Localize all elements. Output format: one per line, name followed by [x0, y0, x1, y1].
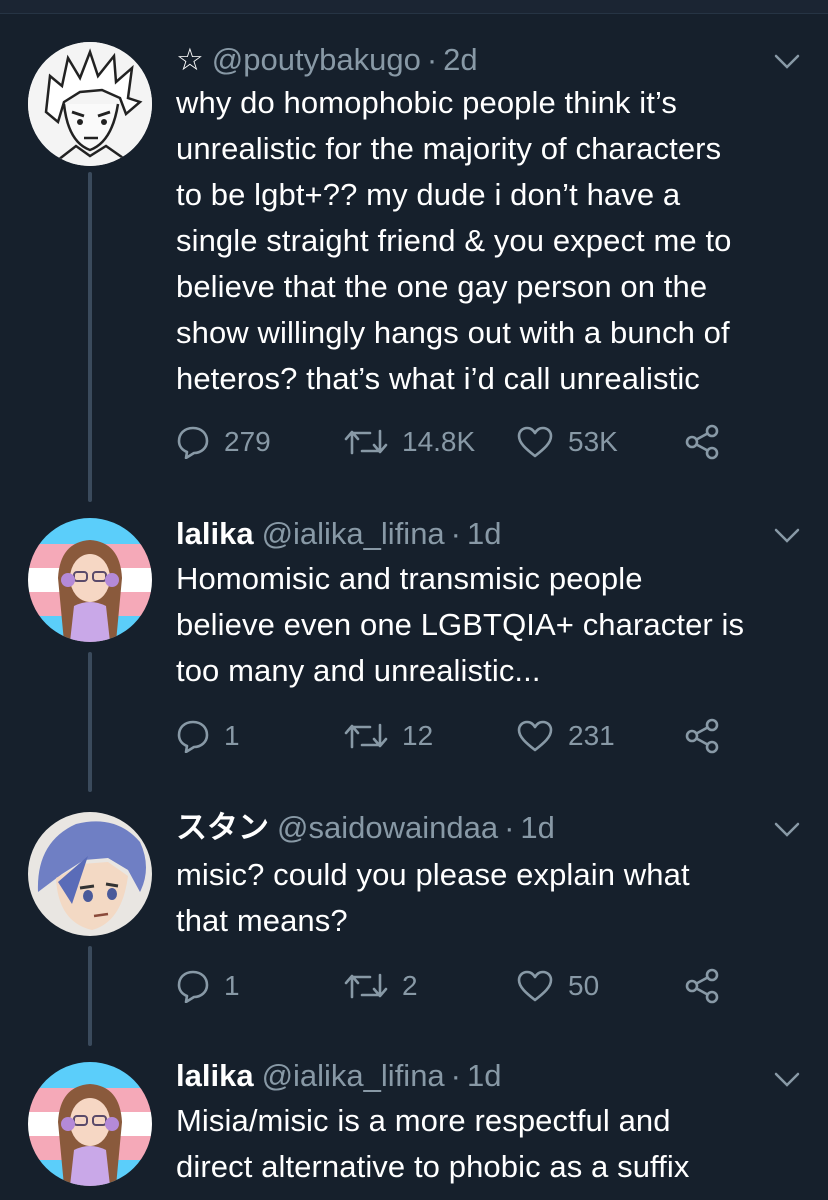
tweet-header: ☆ @poutybakugo · 2d: [176, 40, 478, 80]
avatar[interactable]: [28, 1062, 152, 1186]
thread-line: [88, 946, 92, 1046]
heart-icon: [517, 720, 553, 752]
tweet-text: Misia/misic is a more respectful and dir…: [176, 1098, 806, 1190]
reply-button[interactable]: 1: [176, 966, 240, 1006]
thread-line: [88, 652, 92, 792]
reply-icon: [177, 426, 209, 459]
tweet-text-line: show willingly hangs out with a bunch of: [176, 315, 730, 350]
star-icon: ☆: [176, 42, 204, 77]
timestamp: 1d: [467, 1058, 502, 1093]
user-handle[interactable]: @poutybakugo: [212, 42, 421, 77]
tweet-text-line: Homomisic and transmisic people: [176, 561, 643, 596]
tweet-header: スタン @saidowaindaa · 1d: [176, 808, 555, 848]
tweet-text: why do homophobic people think it’s unre…: [176, 80, 806, 402]
user-handle[interactable]: @ialika_lifina: [262, 516, 445, 551]
retweet-count: 2: [402, 970, 418, 1001]
tweet-header: lalika @ialika_lifina · 1d: [176, 1056, 501, 1096]
tweet-text-line: why do homophobic people think it’s: [176, 85, 677, 120]
user-handle[interactable]: @ialika_lifina: [262, 1058, 445, 1093]
tweet-actions: 1 12 231: [176, 716, 736, 756]
tweet-text-line: single straight friend & you expect me t…: [176, 223, 732, 258]
separator-dot: ·: [426, 42, 438, 77]
like-button[interactable]: 231: [516, 716, 615, 756]
avatar[interactable]: [28, 42, 152, 166]
avatar-manga-boy-icon: [28, 42, 152, 166]
tweet-text-line: to be lgbt+?? my dude i don’t have a: [176, 177, 681, 212]
reply-button[interactable]: 279: [176, 422, 271, 462]
like-button[interactable]: 50: [516, 966, 599, 1006]
reply-count: 1: [224, 970, 240, 1001]
like-count: 231: [568, 720, 615, 751]
tweet-text-line: direct alternative to phobic as a suffix: [176, 1149, 690, 1184]
timestamp: 1d: [520, 810, 555, 845]
reply-count: 1: [224, 720, 240, 751]
like-count: 53K: [568, 426, 618, 457]
retweet-button[interactable]: 12: [344, 716, 433, 756]
tweet-text-line: believe even one LGBTQIA+ character is: [176, 607, 745, 642]
share-icon: [685, 968, 719, 1004]
like-button[interactable]: 53K: [516, 422, 618, 462]
heart-icon: [517, 426, 553, 458]
share-button[interactable]: [684, 716, 720, 756]
avatar[interactable]: [28, 518, 152, 642]
display-name[interactable]: lalika: [176, 516, 254, 551]
tweet-actions: 1 2 50: [176, 966, 736, 1006]
retweet-icon: [344, 429, 388, 455]
tweet-text-line: heteros? that’s what i’d call unrealisti…: [176, 361, 700, 396]
tweet-text-line: too many and unrealistic...: [176, 653, 541, 688]
avatar[interactable]: [28, 812, 152, 936]
tweet-text-line: that means?: [176, 903, 348, 938]
tweet-text-line: Misia/misic is a more respectful and: [176, 1103, 671, 1138]
tweet-text-line: believe that the one gay person on the: [176, 269, 708, 304]
like-count: 50: [568, 970, 600, 1001]
display-name[interactable]: スタン: [176, 810, 269, 845]
chevron-down-icon[interactable]: [774, 528, 800, 544]
share-icon: [685, 424, 719, 460]
share-button[interactable]: [684, 966, 720, 1006]
heart-icon: [517, 970, 553, 1002]
chevron-down-icon[interactable]: [774, 1072, 800, 1088]
avatar-blue-hair-boy-icon: [28, 812, 152, 936]
share-button[interactable]: [684, 422, 720, 462]
tweet-text-line: misic? could you please explain what: [176, 857, 690, 892]
separator-dot: ·: [450, 516, 461, 551]
thread-line: [88, 172, 92, 502]
timestamp: 2d: [443, 42, 478, 77]
user-handle[interactable]: @saidowaindaa: [277, 810, 498, 845]
display-name[interactable]: lalika: [176, 1058, 254, 1093]
tweet-text: Homomisic and transmisic people believe …: [176, 556, 806, 694]
tweet-text: misic? could you please explain what tha…: [176, 852, 806, 944]
retweet-count: 14.8K: [402, 426, 476, 457]
reply-icon: [177, 970, 209, 1003]
tweet-header: lalika @ialika_lifina · 1d: [176, 514, 501, 554]
avatar-trans-flag-girl-icon: [28, 518, 152, 642]
retweet-button[interactable]: 2: [344, 966, 418, 1006]
avatar-trans-flag-girl-icon: [28, 1062, 152, 1186]
tweet-text-line: unrealistic for the majority of characte…: [176, 131, 722, 166]
share-icon: [685, 718, 719, 754]
tweet-actions: 279 14.8K 53K: [176, 422, 736, 462]
reply-icon: [177, 720, 209, 753]
reply-button[interactable]: 1: [176, 716, 240, 756]
top-bar: [0, 0, 828, 14]
retweet-count: 12: [402, 720, 434, 751]
chevron-down-icon[interactable]: [774, 54, 800, 70]
chevron-down-icon[interactable]: [774, 822, 800, 838]
reply-count: 279: [224, 426, 271, 457]
retweet-button[interactable]: 14.8K: [344, 422, 475, 462]
retweet-icon: [344, 723, 388, 749]
timestamp: 1d: [467, 516, 502, 551]
separator-dot: ·: [450, 1058, 461, 1093]
retweet-icon: [344, 973, 388, 999]
separator-dot: ·: [504, 810, 515, 845]
